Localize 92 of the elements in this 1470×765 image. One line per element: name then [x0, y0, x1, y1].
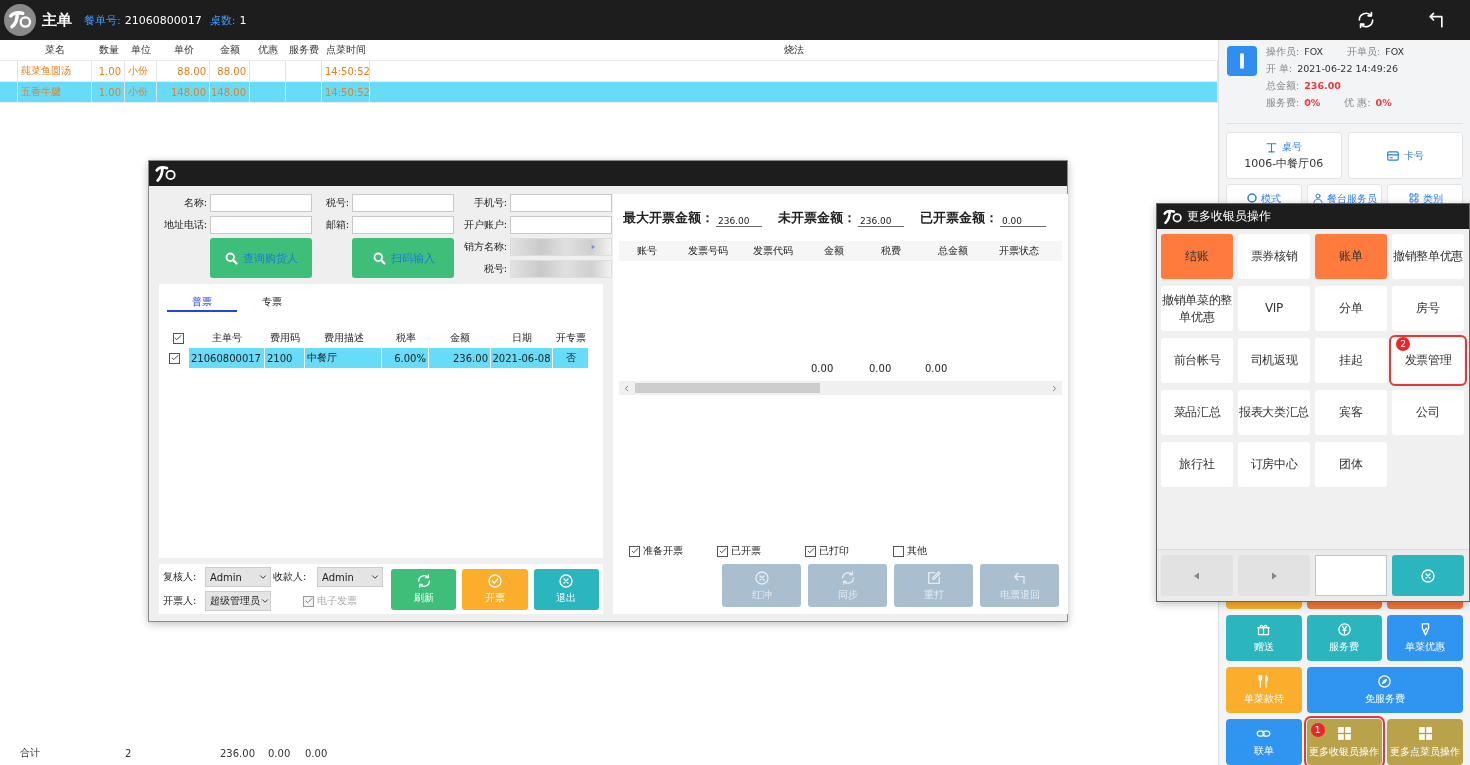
- column-header: 开票状态: [998, 244, 1040, 258]
- checkbox-label: 其他: [907, 544, 927, 558]
- info-label: 开 单:: [1266, 63, 1293, 76]
- column-header: 税率: [394, 331, 417, 345]
- table-cell: 21060800017: [189, 348, 265, 368]
- column-header: 优惠: [257, 43, 279, 57]
- field-label: 税号:: [324, 196, 349, 210]
- column-header: 费用码: [269, 331, 301, 345]
- field-label: 复核人:: [163, 570, 198, 584]
- field-label: 开票人:: [163, 594, 198, 608]
- info-value: 236.00: [1304, 80, 1341, 93]
- field-label: 地址电话:: [162, 218, 207, 232]
- total-value: 0.00: [304, 747, 329, 759]
- column-header: 日期: [511, 331, 533, 345]
- column-header: 服务费: [288, 43, 320, 57]
- table-cell: 五香牛腱: [18, 82, 92, 102]
- column-header: 数量: [97, 43, 120, 57]
- info-label: 总金额:: [1266, 80, 1300, 93]
- total-value: 0.00: [267, 747, 292, 759]
- info-label: 操作员:: [1266, 46, 1300, 59]
- order-number: 21060800017: [124, 13, 202, 27]
- order-number-label: 餐单号:: [84, 12, 121, 28]
- field-label: 手机号:: [472, 196, 507, 210]
- popup-title: 更多收银员操作: [1187, 208, 1271, 225]
- total-value: 2: [124, 747, 133, 759]
- table-count-label: 桌数:: [209, 12, 236, 28]
- table-cell: 236.00: [429, 348, 491, 368]
- order-title: 主单: [42, 10, 72, 30]
- column-header: 单价: [172, 43, 195, 57]
- checkbox-label: 电子发票: [317, 594, 357, 608]
- column-header: 开专票: [555, 331, 587, 345]
- table-cell: 小份: [125, 61, 157, 81]
- table-cell: 2021-06-08: [491, 348, 553, 368]
- column-header: 菜名: [44, 43, 66, 57]
- info-label: 服务费:: [1266, 97, 1300, 110]
- table-cell: 1.00: [92, 61, 125, 81]
- field-label: 开户账户:: [462, 218, 507, 232]
- checkbox-label: 已开票: [731, 544, 761, 558]
- amount-label: 已开票金额：: [920, 210, 998, 227]
- column-header: 总金额: [937, 244, 969, 258]
- table-cell: 1.00: [92, 82, 125, 102]
- table-cell: 88.00: [210, 61, 250, 81]
- table-cell: 中餐厅: [305, 348, 382, 368]
- table-cell: 否: [553, 348, 589, 368]
- table-count: 1: [239, 13, 247, 27]
- table-cell: 莼菜鱼圆汤: [18, 61, 92, 81]
- info-label: 开单员:: [1347, 46, 1381, 59]
- column-header: 金额: [219, 43, 241, 57]
- info-label: 优 惠:: [1344, 97, 1371, 110]
- table-cell: 2100: [265, 348, 305, 368]
- step-badge: 1: [1310, 723, 1325, 737]
- amount-label: 最大开票金额：: [623, 210, 714, 227]
- total-value: 0.00: [810, 361, 835, 376]
- column-header: 点菜时间: [325, 43, 367, 57]
- column-header: 发票号码: [687, 244, 729, 258]
- table-cell: 14:50:52: [322, 61, 370, 81]
- column-header: 烧法: [783, 43, 805, 57]
- table-cell: 88.00: [157, 61, 210, 81]
- total-label: 合计: [19, 746, 41, 760]
- info-value: 0%: [1304, 97, 1321, 110]
- column-header: 账号: [636, 244, 658, 258]
- checkbox-label: 已打印: [819, 544, 849, 558]
- amount-value: 0.00: [1000, 216, 1046, 227]
- table-cell: 148.00: [210, 82, 250, 102]
- table-cell: 小份: [125, 82, 157, 102]
- column-header: 金额: [449, 331, 471, 345]
- field-label: 名称:: [182, 196, 207, 210]
- column-header: 税费: [880, 244, 902, 258]
- checkbox-label: 准备开票: [643, 544, 683, 558]
- field-label: 邮箱:: [324, 218, 349, 232]
- info-value: 2021-06-22 14:49:26: [1297, 63, 1399, 76]
- table-cell: 14:50:52: [322, 82, 370, 102]
- column-header: 费用描述: [322, 331, 365, 345]
- field-label: 收款人:: [273, 570, 308, 584]
- column-header: 主单号: [211, 331, 243, 345]
- column-header: 发票代码: [752, 244, 794, 258]
- total-value: 0.00: [868, 361, 893, 376]
- field-label: 销方名称:: [462, 240, 507, 254]
- total-value: 0.00: [924, 361, 949, 376]
- table-cell: 6.00%: [382, 348, 429, 368]
- table-cell: 148.00: [157, 82, 210, 102]
- total-value: 236.00: [219, 747, 256, 759]
- amount-value: 236.00: [858, 216, 904, 227]
- amount-value: 236.00: [716, 216, 762, 227]
- column-header: 单位: [130, 43, 152, 57]
- field-label: 税号:: [482, 262, 507, 276]
- step-badge: 2: [1396, 337, 1410, 351]
- info-value: FOX: [1385, 46, 1405, 59]
- info-value: 0%: [1375, 97, 1392, 110]
- info-value: FOX: [1304, 46, 1324, 59]
- amount-label: 未开票金额：: [778, 210, 856, 227]
- column-header: 金额: [823, 244, 845, 258]
